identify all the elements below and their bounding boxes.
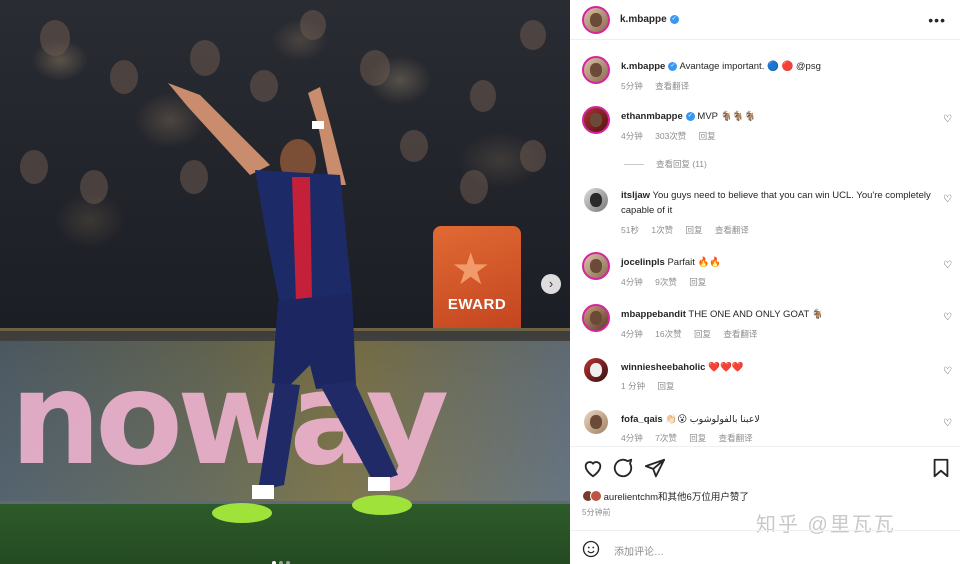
author-username[interactable]: k.mbappe xyxy=(620,14,667,25)
comment-likes[interactable]: 7次赞 xyxy=(655,433,677,443)
caption-time: 5分钟 xyxy=(621,81,643,91)
carousel-indicator xyxy=(272,552,293,564)
comment-time: 4分钟 xyxy=(621,277,643,287)
verified-badge-icon: ✓ xyxy=(669,14,679,24)
comment-avatar[interactable] xyxy=(582,106,610,134)
comment-like-icon[interactable]: ♡ xyxy=(943,312,952,323)
comment-avatar[interactable] xyxy=(582,304,610,332)
comment-text: 👏🏻😮 لاعبنا بالفولوشوب xyxy=(665,414,760,425)
comment-like-icon[interactable]: ♡ xyxy=(943,114,952,125)
sponsor-badge: ★ EWARD xyxy=(433,226,521,328)
comment-time: 4分钟 xyxy=(621,131,643,141)
comment-reply-button[interactable]: 回复 xyxy=(685,225,702,235)
comment-text: THE ONE AND ONLY GOAT 🐐 xyxy=(688,309,824,320)
comment-avatar[interactable] xyxy=(584,358,608,382)
comment-username[interactable]: mbappebandit xyxy=(621,309,686,320)
comment-username[interactable]: ethanmbappe xyxy=(621,111,683,122)
comment-like-icon[interactable]: ♡ xyxy=(943,260,952,271)
comment-translate-link[interactable]: 查看翻译 xyxy=(715,225,749,235)
comment-username[interactable]: itsljaw xyxy=(621,190,650,201)
comment-reply-button[interactable]: 回复 xyxy=(699,131,716,141)
comment-reply-button[interactable]: 回复 xyxy=(689,433,706,443)
comment-time: 1 分钟 xyxy=(621,381,646,391)
share-icon[interactable] xyxy=(644,457,666,479)
comment-username[interactable]: winniesheebaholic xyxy=(621,362,705,373)
player-figure xyxy=(168,83,412,523)
comment-translate-link[interactable]: 查看翻译 xyxy=(719,433,753,443)
comment-icon[interactable] xyxy=(612,457,634,479)
post-photo[interactable]: ★ EWARD noway › xyxy=(0,0,570,564)
comment-time: 4分钟 xyxy=(621,433,643,443)
comment-text: MVP 🐐🐐🐐 xyxy=(697,111,756,122)
comment-text: You guys need to believe that you can wi… xyxy=(621,190,931,216)
add-comment-input[interactable]: 添加评论… xyxy=(614,543,664,558)
comment-likes[interactable]: 303次赞 xyxy=(655,131,686,141)
comment-likes[interactable]: 9次赞 xyxy=(655,277,677,287)
comment-text: Parfait 🔥🔥 xyxy=(667,257,722,268)
comment-reply-button[interactable]: 回复 xyxy=(689,277,706,287)
comment-avatar[interactable] xyxy=(582,252,610,280)
comment-avatar[interactable] xyxy=(584,410,608,434)
post-time: 5分钟前 xyxy=(582,508,611,517)
post-actions xyxy=(570,446,960,486)
comment-username[interactable]: fofa_qais xyxy=(621,414,663,425)
comment-text: ❤️❤️❤️ xyxy=(708,362,744,373)
likes-summary[interactable]: aurelientchm和其他6万位用户赞了 xyxy=(582,489,749,505)
verified-badge-icon: ✓ xyxy=(668,61,678,71)
caption-username[interactable]: k.mbappe xyxy=(621,61,665,72)
verified-badge-icon: ✓ xyxy=(685,111,695,121)
comment-time: 4分钟 xyxy=(621,329,643,339)
more-options-button[interactable]: ••• xyxy=(928,12,946,28)
author-username-link[interactable]: k.mbappe ✓ xyxy=(620,14,679,25)
bookmark-icon[interactable] xyxy=(930,457,952,479)
comment-translate-link[interactable]: 查看翻译 xyxy=(723,329,757,339)
caption-translate-link[interactable]: 查看翻译 xyxy=(655,81,689,91)
comment-likes[interactable]: 1次赞 xyxy=(651,225,673,235)
comment-reply-button[interactable]: 回复 xyxy=(694,329,711,339)
comment-username[interactable]: jocelinpls xyxy=(621,257,665,268)
view-replies-button[interactable]: 查看回复 (11) xyxy=(624,158,707,170)
add-comment-bar: 添加评论… xyxy=(570,530,960,564)
comment-avatar[interactable] xyxy=(584,188,608,212)
comment-time: 51秒 xyxy=(621,225,639,235)
caption-text: Avantage important. 🔵 🔴 @psg xyxy=(679,61,821,72)
comment-like-icon[interactable]: ♡ xyxy=(943,366,952,377)
likers-avatars xyxy=(582,489,602,505)
post-side-panel: k.mbappe ✓ ••• k.mbappe ✓ Avantage importa… xyxy=(570,0,960,564)
like-icon[interactable] xyxy=(582,457,604,479)
next-image-button[interactable]: › xyxy=(541,274,561,294)
comment-like-icon[interactable]: ♡ xyxy=(943,418,952,429)
likes-text[interactable]: aurelientchm和其他6万位用户赞了 xyxy=(604,492,749,503)
emoji-icon[interactable] xyxy=(582,540,600,558)
caption-avatar[interactable] xyxy=(582,56,610,84)
post-header: k.mbappe ✓ ••• xyxy=(570,0,960,40)
comment-reply-button[interactable]: 回复 xyxy=(657,381,674,391)
author-avatar[interactable] xyxy=(582,6,610,34)
comment-likes[interactable]: 16次赞 xyxy=(655,329,681,339)
comment-like-icon[interactable]: ♡ xyxy=(943,194,952,205)
